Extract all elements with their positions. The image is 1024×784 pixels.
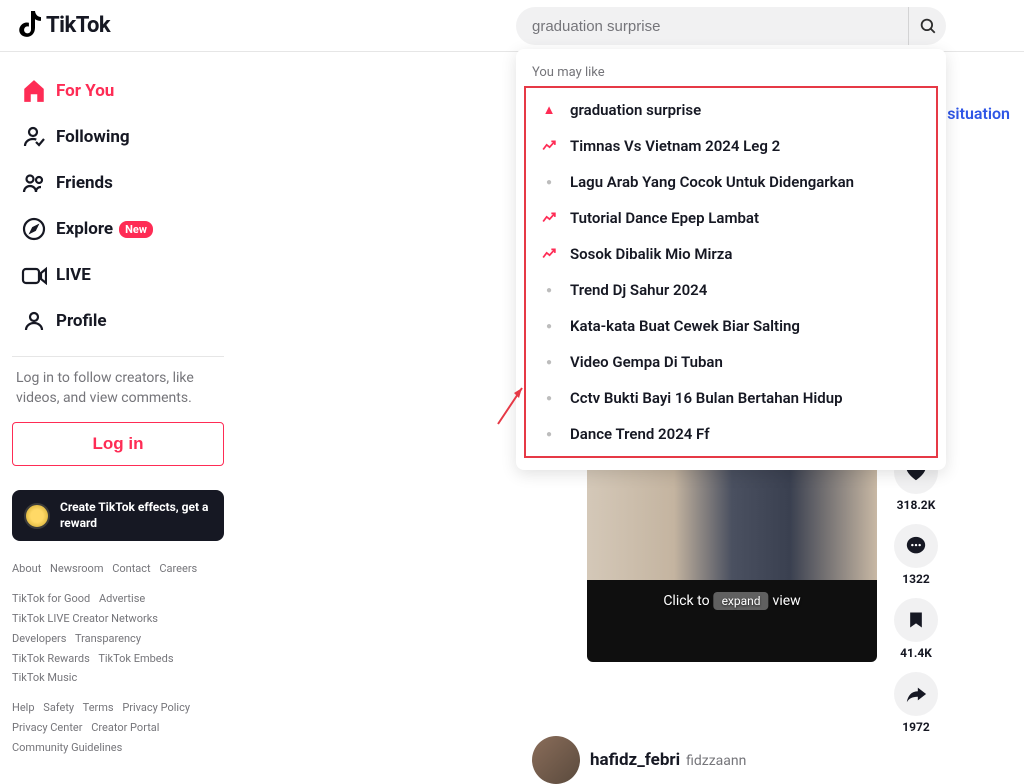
tiktok-note-icon <box>16 11 42 41</box>
coin-icon <box>24 503 50 529</box>
footer-link[interactable]: Safety <box>43 701 74 714</box>
comment-count: 1322 <box>902 572 930 586</box>
search-input[interactable] <box>532 18 908 35</box>
footer-link[interactable]: Privacy Policy <box>122 701 190 714</box>
home-icon <box>20 77 48 105</box>
footer-link[interactable]: TikTok LIVE Creator Networks <box>12 612 158 625</box>
login-button[interactable]: Log in <box>12 422 224 466</box>
person-icon <box>20 307 48 335</box>
top-header: TikTok You may like ▲graduation surprise… <box>0 0 1024 52</box>
suggest-item[interactable]: ●Trend Dj Sahur 2024 <box>526 272 936 308</box>
video-thumbnail[interactable]: Click to expand view <box>587 452 877 662</box>
footer-link[interactable]: Terms <box>83 701 114 714</box>
nav-live[interactable]: LIVE <box>12 252 224 298</box>
user-handle: fidzzaann <box>686 753 746 769</box>
footer-link[interactable]: Careers <box>159 562 197 575</box>
suggest-item[interactable]: ●Video Gempa Di Tuban <box>526 344 936 380</box>
nav-for-you[interactable]: For You <box>12 68 224 114</box>
suggest-item[interactable]: ●Dance Trend 2024 Ff <box>526 416 936 452</box>
trend-icon <box>540 139 558 153</box>
new-badge: New <box>119 221 153 238</box>
nav-profile[interactable]: Profile <box>12 298 224 344</box>
footer-link[interactable]: Transparency <box>75 632 141 645</box>
brand-name: TikTok <box>46 13 110 38</box>
annotation-arrow-icon <box>492 380 532 430</box>
main-nav: For You Following Friends Explore New LI… <box>12 68 224 344</box>
effects-card[interactable]: Create TikTok effects, get a reward <box>12 490 224 541</box>
nav-following[interactable]: Following <box>12 114 224 160</box>
footer-link[interactable]: Community Guidelines <box>12 741 122 754</box>
post-author-row: hafidz_febri fidzzaann <box>532 736 746 784</box>
search-container: You may like ▲graduation surprise Timnas… <box>516 7 946 45</box>
footer-links: About Newsroom Contact Careers TikTok fo… <box>12 559 224 757</box>
footer-link[interactable]: TikTok Rewards <box>12 652 90 665</box>
dot-icon: ● <box>540 429 558 440</box>
live-icon <box>20 261 48 289</box>
search-button[interactable] <box>908 7 946 45</box>
comment-button[interactable] <box>894 524 938 568</box>
video-image <box>587 452 877 580</box>
arrow-up-icon: ▲ <box>540 102 558 118</box>
suggest-item[interactable]: Sosok Dibalik Mio Mirza <box>526 236 936 272</box>
search-bar <box>516 7 946 45</box>
share-count: 1972 <box>902 720 930 734</box>
footer-link[interactable]: Contact <box>112 562 150 575</box>
save-button[interactable] <box>894 598 938 642</box>
nav-explore[interactable]: Explore New <box>12 206 224 252</box>
trending-link[interactable]: situation <box>947 104 1010 123</box>
person-check-icon <box>20 123 48 151</box>
search-suggestions: You may like ▲graduation surprise Timnas… <box>516 49 946 470</box>
people-icon <box>20 169 48 197</box>
compass-icon <box>20 215 48 243</box>
video-post: Click to expand view <box>587 452 907 662</box>
dot-icon: ● <box>540 393 558 404</box>
footer-link[interactable]: Help <box>12 701 35 714</box>
like-count: 318.2K <box>897 498 936 512</box>
dot-icon: ● <box>540 321 558 332</box>
comment-icon <box>905 535 927 557</box>
suggest-item[interactable]: ▲graduation surprise <box>526 92 936 128</box>
footer-link[interactable]: Advertise <box>99 592 145 605</box>
footer-link[interactable]: About <box>12 562 41 575</box>
bookmark-icon <box>906 609 926 631</box>
tiktok-logo[interactable]: TikTok <box>16 11 110 41</box>
search-icon <box>919 17 937 35</box>
expand-pill: expand <box>714 592 769 610</box>
share-icon <box>905 684 927 704</box>
suggest-heading: You may like <box>516 57 946 86</box>
login-hint: Log in to follow creators, like videos, … <box>12 369 224 422</box>
footer-link[interactable]: TikTok Embeds <box>98 652 173 665</box>
save-count: 41.4K <box>900 646 932 660</box>
footer-link[interactable]: TikTok for Good <box>12 592 90 605</box>
divider <box>12 356 224 357</box>
suggest-highlight-box: ▲graduation surprise Timnas Vs Vietnam 2… <box>524 86 938 458</box>
suggest-item[interactable]: ●Kata-kata Buat Cewek Biar Salting <box>526 308 936 344</box>
footer-link[interactable]: TikTok Music <box>12 671 77 684</box>
suggest-item[interactable]: ●Lagu Arab Yang Cocok Untuk Didengarkan <box>526 164 936 200</box>
share-button[interactable] <box>894 672 938 716</box>
suggest-item[interactable]: Tutorial Dance Epep Lambat <box>526 200 936 236</box>
footer-link[interactable]: Developers <box>12 632 66 645</box>
trend-icon <box>540 247 558 261</box>
action-bar: 318.2K 1322 41.4K 1972 <box>894 450 938 734</box>
suggest-item[interactable]: Timnas Vs Vietnam 2024 Leg 2 <box>526 128 936 164</box>
username[interactable]: hafidz_febri <box>590 750 680 770</box>
footer-link[interactable]: Privacy Center <box>12 721 83 734</box>
dot-icon: ● <box>540 285 558 296</box>
suggest-item[interactable]: ●Cctv Bukti Bayi 16 Bulan Bertahan Hidup <box>526 380 936 416</box>
footer-link[interactable]: Newsroom <box>50 562 103 575</box>
footer-link[interactable]: Creator Portal <box>91 721 159 734</box>
nav-friends[interactable]: Friends <box>12 160 224 206</box>
dot-icon: ● <box>540 357 558 368</box>
trend-icon <box>540 211 558 225</box>
sidebar: For You Following Friends Explore New LI… <box>0 52 232 768</box>
expand-hint: Click to expand view <box>663 592 800 610</box>
effects-text: Create TikTok effects, get a reward <box>60 500 212 531</box>
avatar[interactable] <box>532 736 580 784</box>
dot-icon: ● <box>540 177 558 188</box>
